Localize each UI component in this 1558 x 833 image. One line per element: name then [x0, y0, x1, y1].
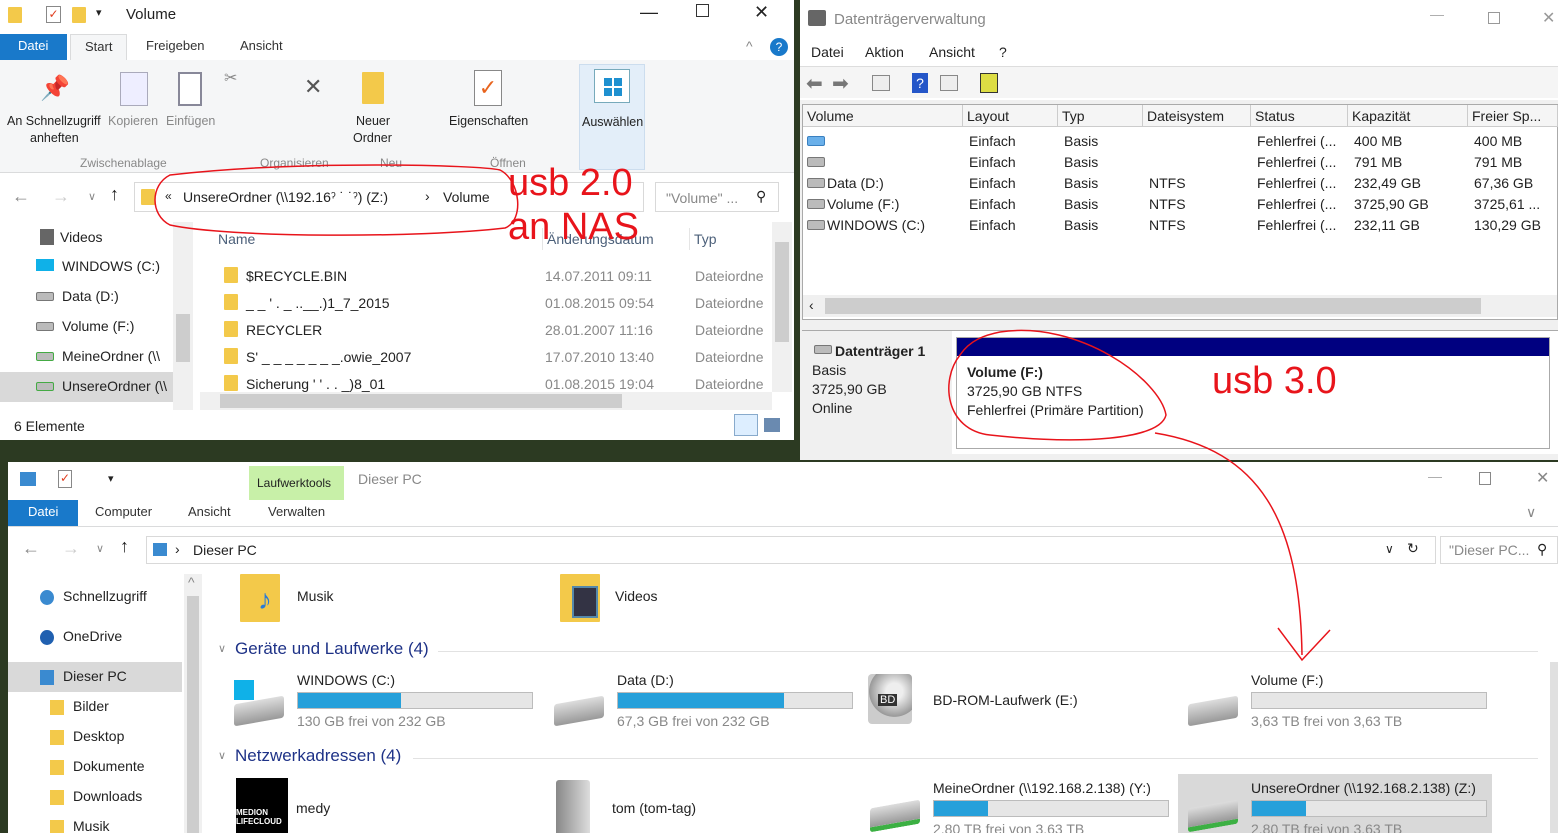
annotation-ellipse-partition	[948, 329, 1167, 441]
annotation-usb2: usb 2.0	[508, 162, 633, 204]
annotation-ellipse-address	[154, 164, 519, 236]
annotation-arrow	[1154, 432, 1331, 662]
annotation-overlay	[154, 164, 1331, 662]
annotation-usb3: usb 3.0	[1212, 360, 1337, 402]
annotation-nas: an NAS	[508, 206, 639, 248]
